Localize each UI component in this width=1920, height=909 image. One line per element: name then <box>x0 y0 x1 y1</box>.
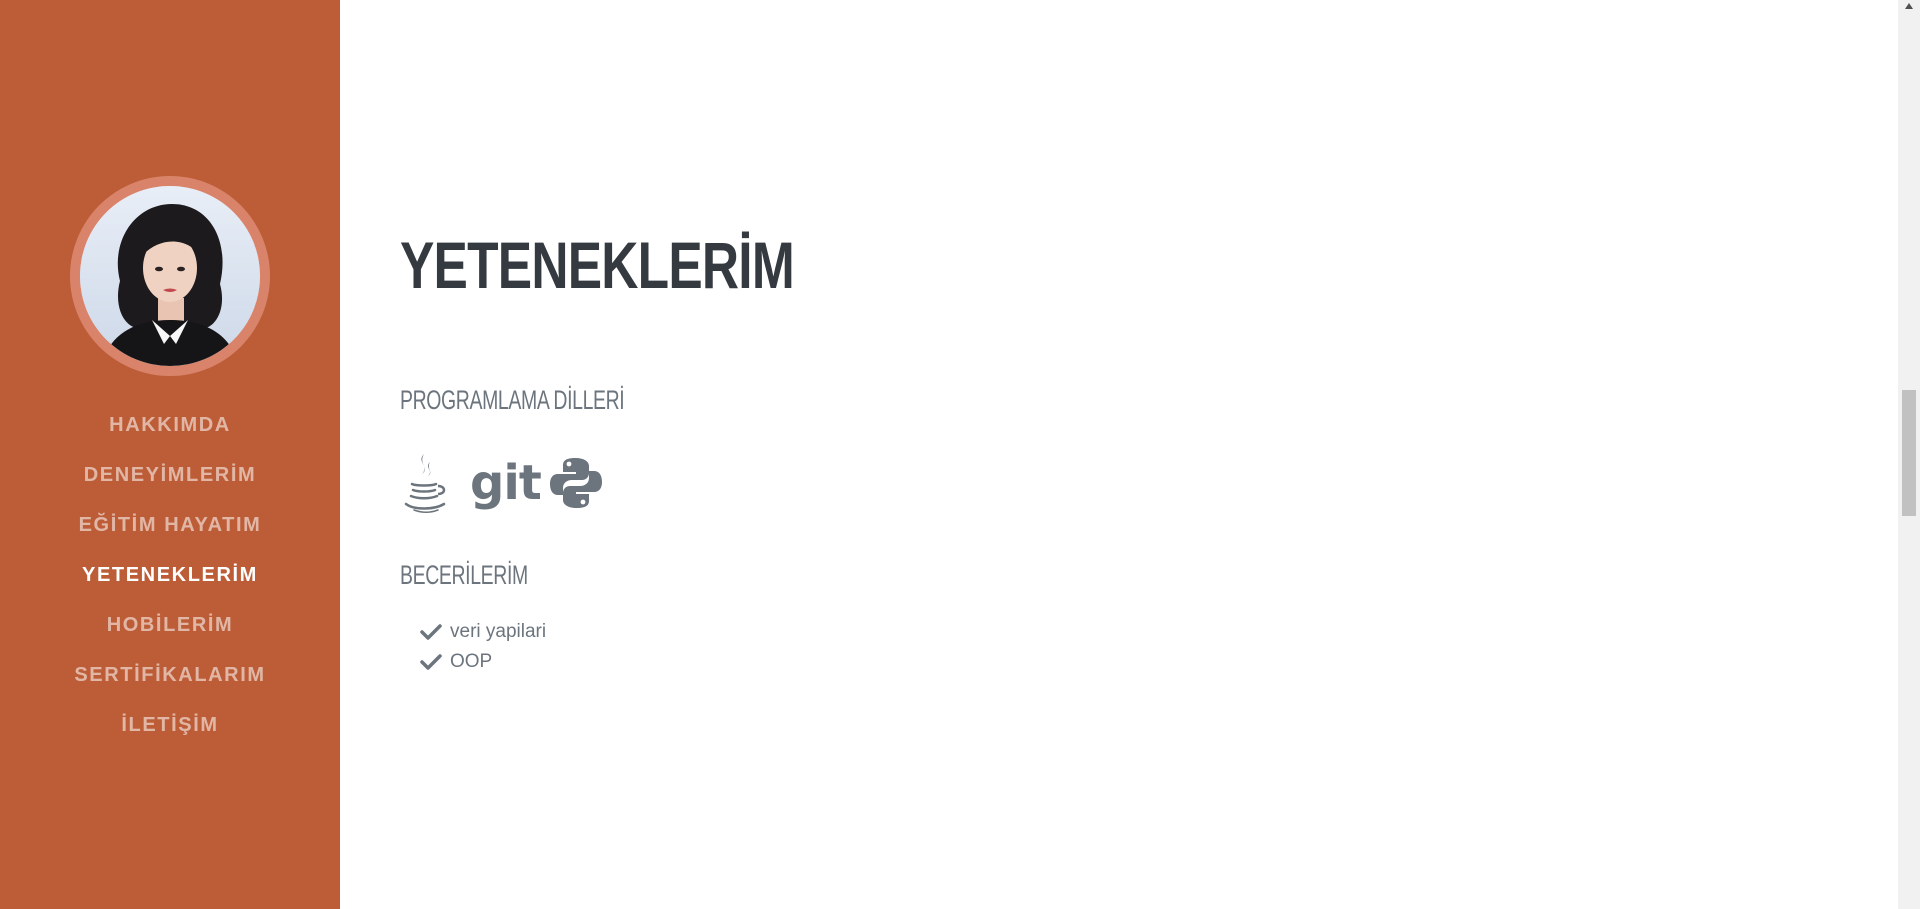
profile-avatar-ring <box>70 176 270 376</box>
scrollbar-thumb[interactable] <box>1902 390 1916 516</box>
main-content: YETENEKLERİM PROGRAMLAMA DİLLERİ git BEC… <box>340 0 1898 909</box>
nav-link-deneyimlerim[interactable]: DENEYİMLERİM <box>84 464 257 487</box>
check-icon <box>420 624 442 640</box>
nav-item-hakkimda: HAKKIMDA <box>0 400 340 450</box>
git-icon: git <box>470 455 542 511</box>
profile-avatar[interactable] <box>80 186 260 366</box>
nav-link-hakkimda[interactable]: HAKKIMDA <box>109 414 231 437</box>
nav-item-egitim-hayatim: EĞİTİM HAYATIM <box>0 500 340 550</box>
page-scrollbar[interactable] <box>1898 0 1920 909</box>
programming-languages-heading: PROGRAMLAMA DİLLERİ <box>400 385 625 415</box>
python-icon <box>549 456 603 510</box>
nav-item-sertifikalarim: SERTİFİKALARIM <box>0 650 340 700</box>
nav-item-yeteneklerim: YETENEKLERİM <box>0 550 340 600</box>
skills-list: veri yapilari OOP <box>420 617 546 677</box>
skills-heading: BECERİLERİM <box>400 560 528 590</box>
profile-photo <box>80 186 260 366</box>
git-logo-text: git <box>470 455 542 511</box>
skill-label: veri yapilari <box>450 621 547 642</box>
list-item: veri yapilari <box>420 617 546 647</box>
nav-item-hobilerim: HOBİLERİM <box>0 600 340 650</box>
nav-link-yeteneklerim[interactable]: YETENEKLERİM <box>82 564 258 587</box>
sidebar: HAKKIMDA DENEYİMLERİM EĞİTİM HAYATIM YET… <box>0 0 340 909</box>
nav-link-hobilerim[interactable]: HOBİLERİM <box>107 614 234 637</box>
nav-link-sertifikalarim[interactable]: SERTİFİKALARIM <box>74 664 265 687</box>
skill-label: OOP <box>450 651 493 672</box>
section-title: YETENEKLERİM <box>400 228 795 302</box>
scroll-up-arrow-icon[interactable] <box>1904 2 1914 10</box>
language-icons: git <box>400 452 603 514</box>
nav-item-iletisim: İLETİŞİM <box>0 700 340 750</box>
list-item: OOP <box>420 647 546 677</box>
check-icon <box>420 654 442 670</box>
sidebar-nav: HAKKIMDA DENEYİMLERİM EĞİTİM HAYATIM YET… <box>0 400 340 750</box>
nav-link-egitim-hayatim[interactable]: EĞİTİM HAYATIM <box>79 514 262 537</box>
nav-item-deneyimlerim: DENEYİMLERİM <box>0 450 340 500</box>
nav-link-iletisim[interactable]: İLETİŞİM <box>121 714 218 737</box>
java-icon <box>400 452 448 514</box>
